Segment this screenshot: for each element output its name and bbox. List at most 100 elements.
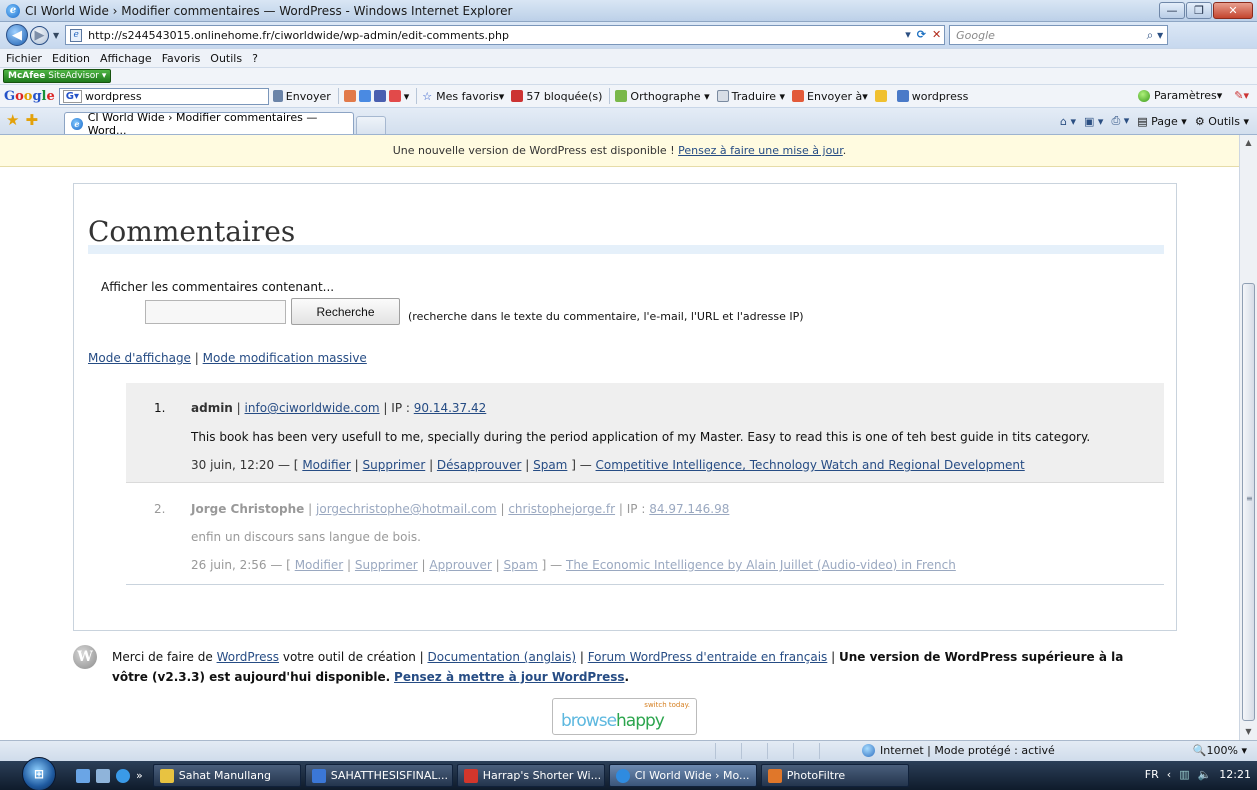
google-g-icon: G▾ — [62, 89, 83, 103]
comment-ip-link[interactable]: 90.14.37.42 — [414, 401, 487, 415]
comment-date: 26 juin, 2:56 — [ — [191, 558, 291, 572]
mode-links: Mode d'affichage | Mode modification mas… — [88, 351, 367, 365]
clock[interactable]: 12:21 — [1219, 768, 1251, 781]
google-envoyer-button[interactable]: Envoyer — [272, 90, 331, 103]
modifier-link[interactable]: Modifier — [295, 558, 344, 572]
browsehappy-badge[interactable]: switch today. browsehappy — [552, 698, 697, 735]
scroll-up-icon[interactable]: ▲ — [1240, 135, 1257, 151]
supprimer-link[interactable]: Supprimer — [355, 558, 418, 572]
language-indicator[interactable]: FR — [1145, 768, 1159, 781]
actions-close: ] — — [541, 558, 563, 572]
taskbar-item[interactable]: SAHATTHESISFINAL... — [304, 764, 453, 787]
tab-bar: ★ ✚ e CI World Wide › Modifier commentai… — [0, 107, 1257, 137]
favorites-star-icon[interactable]: ★ — [6, 111, 19, 129]
add-favorite-icon[interactable]: ✚ — [25, 111, 38, 129]
url-field[interactable]: e http://s244543015.onlinehome.fr/ciworl… — [65, 25, 946, 45]
comment-search-input[interactable] — [145, 300, 286, 324]
quick-launch: » — [76, 768, 143, 783]
minimize-button[interactable]: — — [1159, 2, 1185, 19]
comment-email-link[interactable]: info@ciworldwide.com — [245, 401, 380, 415]
google-extras[interactable]: ▾ — [343, 90, 409, 103]
upgrade-link[interactable]: Pensez à mettre à jour WordPress — [394, 670, 625, 684]
documentation-link[interactable]: Documentation (anglais) — [427, 650, 576, 664]
menu-outils[interactable]: Outils — [210, 52, 242, 65]
search-button[interactable]: Recherche — [291, 298, 400, 325]
vertical-scrollbar[interactable]: ▲ ≡ ▼ — [1239, 135, 1257, 740]
start-button[interactable]: ⊞ — [22, 756, 56, 790]
comment-date: 30 juin, 12:20 — [ — [191, 458, 299, 472]
browsehappy-switch: switch today. — [644, 701, 690, 709]
comment-actions: 30 juin, 12:20 — [ Modifier | Supprimer … — [191, 458, 1025, 472]
taskbar-item[interactable]: Sahat Manullang — [152, 764, 301, 787]
new-tab-button[interactable] — [356, 116, 387, 134]
menu-affichage[interactable]: Affichage — [100, 52, 152, 65]
google-spellcheck-button[interactable]: Orthographe ▾ — [615, 90, 710, 103]
forward-button[interactable]: ▶ — [30, 25, 49, 45]
switch-windows-icon[interactable] — [96, 768, 110, 783]
google-favoris-button[interactable]: ☆ Mes favoris▾ — [422, 90, 504, 103]
google-wordpress-button[interactable]: wordpress — [896, 90, 968, 103]
network-icon[interactable]: ▥ — [1179, 768, 1189, 781]
scroll-thumb[interactable]: ≡ — [1242, 283, 1255, 721]
post-link[interactable]: Competitive Intelligence, Technology Wat… — [596, 458, 1025, 472]
search-icon[interactable]: ⌕ ▾ — [1147, 28, 1164, 43]
post-link[interactable]: The Economic Intelligence by Alain Juill… — [566, 558, 956, 572]
refresh-icon[interactable]: ⟳ — [917, 28, 926, 41]
tools-menu[interactable]: ⚙ Outils ▾ — [1195, 115, 1249, 128]
taskbar-item[interactable]: PhotoFiltre — [760, 764, 909, 787]
cap-icon — [373, 90, 386, 102]
modifier-link[interactable]: Modifier — [302, 458, 351, 472]
notice-update-link[interactable]: Pensez à faire une mise à jour — [678, 144, 843, 157]
feeds-icon[interactable]: ▣ ▾ — [1084, 115, 1103, 128]
google-settings-button[interactable]: Paramètres▾ — [1138, 89, 1222, 102]
forum-link[interactable]: Forum WordPress d'entraide en français — [588, 650, 828, 664]
spam-link[interactable]: Spam — [533, 458, 567, 472]
comment-url-link[interactable]: christophejorge.fr — [508, 502, 615, 516]
tab-active[interactable]: e CI World Wide › Modifier commentaires … — [64, 111, 355, 137]
quick-launch-more[interactable]: » — [136, 769, 143, 783]
url-dropdown-icon[interactable]: ▾ — [905, 28, 911, 41]
stop-icon[interactable]: ✕ — [932, 28, 941, 41]
back-button[interactable]: ◀ — [6, 24, 28, 46]
taskbar-item[interactable]: Harrap's Shorter Wi... — [456, 764, 605, 787]
print-icon[interactable]: ⎙ ▾ — [1111, 114, 1129, 128]
home-icon[interactable]: ⌂ ▾ — [1060, 115, 1076, 128]
menu-help[interactable]: ? — [252, 52, 258, 65]
wordpress-link[interactable]: WordPress — [217, 650, 279, 664]
google-search-input[interactable]: G▾ wordpress — [58, 87, 269, 105]
notice-end: . — [842, 144, 847, 157]
mode-mass-edit-link[interactable]: Mode modification massive — [203, 351, 367, 365]
tray-expand-icon[interactable]: ‹ — [1167, 768, 1171, 781]
google-translate-button[interactable]: Traduire ▾ — [716, 90, 785, 103]
supprimer-link[interactable]: Supprimer — [363, 458, 426, 472]
comment-ip-link[interactable]: 84.97.146.98 — [649, 502, 729, 516]
approuver-link[interactable]: Approuver — [429, 558, 491, 572]
desapprouver-link[interactable]: Désapprouver — [437, 458, 522, 472]
security-zone[interactable]: Internet | Mode protégé : activé — [862, 744, 1055, 757]
ie-launch-icon[interactable] — [116, 768, 130, 783]
menu-fichier[interactable]: Fichier — [6, 52, 42, 65]
menu-favoris[interactable]: Favoris — [162, 52, 201, 65]
google-sendto-button[interactable]: Envoyer à▾ — [792, 90, 868, 103]
search-input[interactable]: Google ⌕ ▾ — [949, 25, 1169, 45]
mode-view-link[interactable]: Mode d'affichage — [88, 351, 191, 365]
google-addon-icon[interactable]: ✎▾ — [1234, 89, 1249, 102]
spam-link[interactable]: Spam — [504, 558, 538, 572]
mcafee-siteadvisor-button[interactable]: McAfee SiteAdvisor ▾ — [3, 69, 112, 83]
history-dropdown[interactable]: ▼ — [53, 31, 59, 40]
comment-email-link[interactable]: jorgechristophe@hotmail.com — [316, 502, 497, 516]
volume-icon[interactable]: 🔈 — [1198, 768, 1212, 781]
taskbar-item-active[interactable]: CI World Wide › Mo... — [608, 764, 757, 787]
scroll-down-icon[interactable]: ▼ — [1240, 724, 1257, 740]
close-button[interactable]: ✕ — [1213, 2, 1253, 19]
google-highlight-button[interactable] — [874, 90, 890, 102]
show-desktop-icon[interactable] — [76, 768, 90, 783]
update-notice: Une nouvelle version de WordPress est di… — [0, 135, 1239, 167]
google-popups-button[interactable]: 57 bloquée(s) — [511, 90, 602, 103]
zoom-control[interactable]: 🔍100% ▾ — [1193, 744, 1247, 757]
maximize-button[interactable]: ❐ — [1186, 2, 1212, 19]
system-tray: FR ‹ ▥ 🔈 12:21 — [1145, 768, 1251, 781]
settings-dot-icon — [1138, 90, 1150, 102]
page-menu[interactable]: ▤ Page ▾ — [1137, 115, 1187, 128]
menu-edition[interactable]: Edition — [52, 52, 90, 65]
